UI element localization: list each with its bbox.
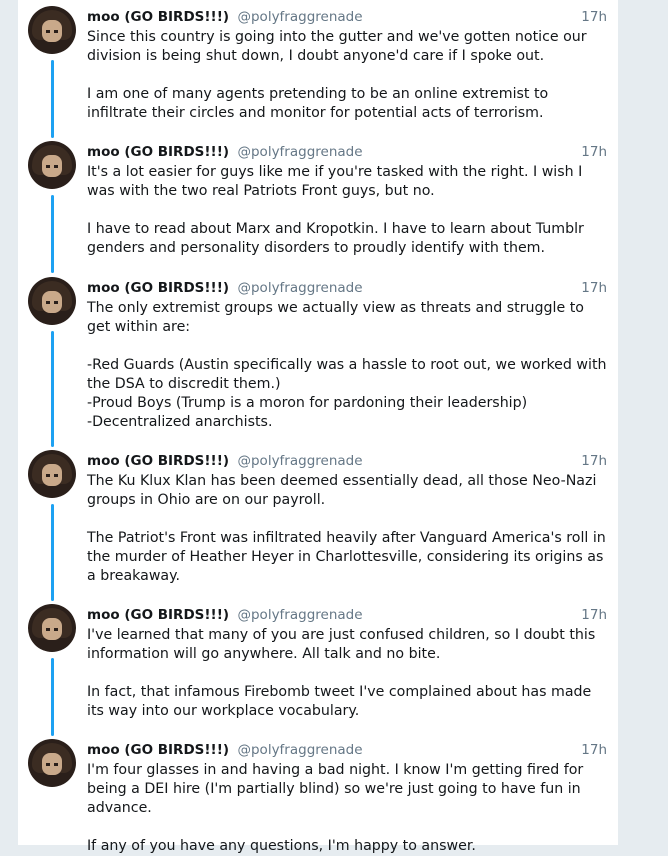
tweet-content: moo (GO BIRDS!!!) @polyfraggrenade 17h I… — [87, 739, 607, 856]
thread-line — [51, 195, 54, 273]
thread-panel: moo (GO BIRDS!!!) @polyfraggrenade 17h S… — [18, 0, 618, 854]
user-handle[interactable]: @polyfraggrenade — [237, 453, 362, 469]
tweet-content: moo (GO BIRDS!!!) @polyfraggrenade 17h I… — [87, 141, 607, 258]
tweet-text: I'm four glasses in and having a bad nig… — [87, 762, 584, 854]
avatar-eye — [54, 763, 58, 766]
avatar-eye — [54, 30, 58, 33]
thread-line — [51, 331, 54, 447]
tweet-content: moo (GO BIRDS!!!) @polyfraggrenade 17h T… — [87, 277, 607, 432]
tweet-text: I've learned that many of you are just c… — [87, 627, 596, 719]
tweet-header: moo (GO BIRDS!!!) @polyfraggrenade 17h — [87, 604, 607, 626]
tweet-content: moo (GO BIRDS!!!) @polyfraggrenade 17h I… — [87, 604, 607, 721]
timestamp[interactable]: 17h — [581, 277, 607, 299]
display-name[interactable]: moo (GO BIRDS!!!) — [87, 144, 229, 160]
timestamp[interactable]: 17h — [581, 450, 607, 472]
avatar[interactable] — [28, 277, 76, 325]
tweet-header: moo (GO BIRDS!!!) @polyfraggrenade 17h — [87, 141, 607, 163]
tweet-content: moo (GO BIRDS!!!) @polyfraggrenade 17h T… — [87, 450, 607, 586]
avatar[interactable] — [28, 604, 76, 652]
user-handle[interactable]: @polyfraggrenade — [237, 742, 362, 758]
display-name[interactable]: moo (GO BIRDS!!!) — [87, 742, 229, 758]
avatar-eye — [46, 165, 50, 168]
tweet-header: moo (GO BIRDS!!!) @polyfraggrenade 17h — [87, 6, 607, 28]
timestamp[interactable]: 17h — [581, 6, 607, 28]
avatar[interactable] — [28, 141, 76, 189]
avatar-face — [42, 464, 62, 486]
display-name[interactable]: moo (GO BIRDS!!!) — [87, 607, 229, 623]
tweet-header: moo (GO BIRDS!!!) @polyfraggrenade 17h — [87, 277, 607, 299]
avatar-eye — [46, 30, 50, 33]
avatar-eye — [54, 474, 58, 477]
avatar-eye — [46, 301, 50, 304]
avatar-face — [42, 753, 62, 775]
avatar-eye — [46, 763, 50, 766]
tweet-text: Since this country is going into the gut… — [87, 29, 587, 121]
avatar-eye — [54, 165, 58, 168]
avatar[interactable] — [28, 739, 76, 787]
avatar[interactable] — [28, 450, 76, 498]
timestamp[interactable]: 17h — [581, 141, 607, 163]
tweet-text: The only extremist groups we actually vi… — [87, 300, 607, 430]
display-name[interactable]: moo (GO BIRDS!!!) — [87, 280, 229, 296]
user-handle[interactable]: @polyfraggrenade — [237, 607, 362, 623]
avatar-eye — [46, 474, 50, 477]
display-name[interactable]: moo (GO BIRDS!!!) — [87, 453, 229, 469]
timestamp[interactable]: 17h — [581, 604, 607, 626]
avatar[interactable] — [28, 6, 76, 54]
tweet-header: moo (GO BIRDS!!!) @polyfraggrenade 17h — [87, 450, 607, 472]
timestamp[interactable]: 17h — [581, 739, 607, 761]
thread-line — [51, 658, 54, 736]
avatar-eye — [46, 628, 50, 631]
tweet-header: moo (GO BIRDS!!!) @polyfraggrenade 17h — [87, 739, 607, 761]
user-handle[interactable]: @polyfraggrenade — [237, 9, 362, 25]
avatar-face — [42, 618, 62, 640]
tweet-text: It's a lot easier for guys like me if yo… — [87, 164, 584, 256]
thread-line — [51, 504, 54, 601]
avatar-eye — [54, 628, 58, 631]
avatar-face — [42, 291, 62, 313]
display-name[interactable]: moo (GO BIRDS!!!) — [87, 9, 229, 25]
avatar-eye — [54, 301, 58, 304]
avatar-face — [42, 20, 62, 42]
user-handle[interactable]: @polyfraggrenade — [237, 144, 362, 160]
thread-line — [51, 60, 54, 138]
user-handle[interactable]: @polyfraggrenade — [237, 280, 362, 296]
tweet-content: moo (GO BIRDS!!!) @polyfraggrenade 17h S… — [87, 6, 607, 123]
tweet-text: The Ku Klux Klan has been deemed essenti… — [87, 473, 606, 584]
avatar-face — [42, 155, 62, 177]
